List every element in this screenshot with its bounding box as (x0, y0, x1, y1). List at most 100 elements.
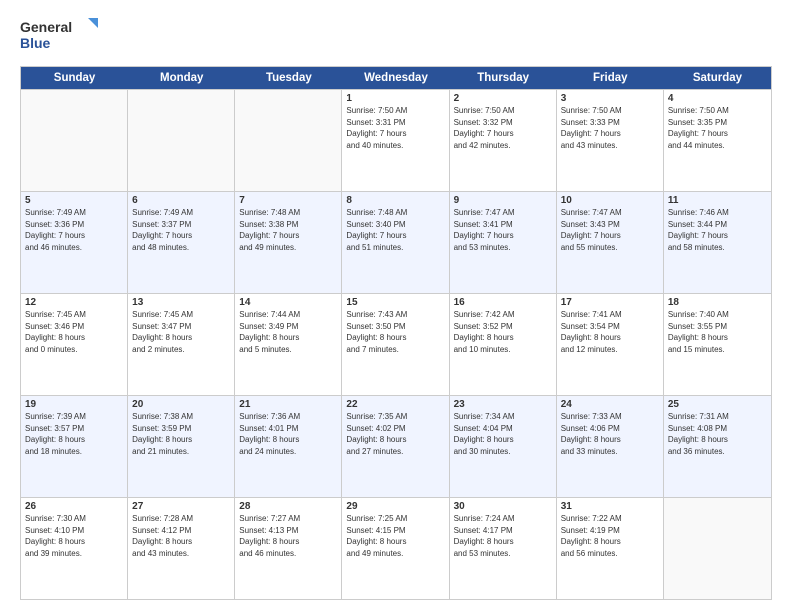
cell-content: Sunrise: 7:50 AM Sunset: 3:32 PM Dayligh… (454, 105, 552, 151)
day-number: 14 (239, 297, 337, 308)
day-number: 4 (668, 93, 767, 104)
cell-content: Sunrise: 7:24 AM Sunset: 4:17 PM Dayligh… (454, 513, 552, 559)
day-number: 23 (454, 399, 552, 410)
day-number: 8 (346, 195, 444, 206)
cell-content: Sunrise: 7:25 AM Sunset: 4:15 PM Dayligh… (346, 513, 444, 559)
day-number: 7 (239, 195, 337, 206)
cell-content: Sunrise: 7:49 AM Sunset: 3:37 PM Dayligh… (132, 207, 230, 253)
day-number: 2 (454, 93, 552, 104)
cal-cell-w1-d2: 7Sunrise: 7:48 AM Sunset: 3:38 PM Daylig… (235, 192, 342, 293)
cell-content: Sunrise: 7:28 AM Sunset: 4:12 PM Dayligh… (132, 513, 230, 559)
header-day-6: Saturday (664, 67, 771, 89)
header-day-3: Wednesday (342, 67, 449, 89)
cell-content: Sunrise: 7:47 AM Sunset: 3:43 PM Dayligh… (561, 207, 659, 253)
day-number: 5 (25, 195, 123, 206)
cal-cell-w3-d6: 25Sunrise: 7:31 AM Sunset: 4:08 PM Dayli… (664, 396, 771, 497)
cal-cell-w4-d3: 29Sunrise: 7:25 AM Sunset: 4:15 PM Dayli… (342, 498, 449, 599)
cell-content: Sunrise: 7:30 AM Sunset: 4:10 PM Dayligh… (25, 513, 123, 559)
cell-content: Sunrise: 7:43 AM Sunset: 3:50 PM Dayligh… (346, 309, 444, 355)
cell-content: Sunrise: 7:50 AM Sunset: 3:31 PM Dayligh… (346, 105, 444, 151)
cal-cell-w0-d6: 4Sunrise: 7:50 AM Sunset: 3:35 PM Daylig… (664, 90, 771, 191)
header-day-4: Thursday (450, 67, 557, 89)
week-row-4: 26Sunrise: 7:30 AM Sunset: 4:10 PM Dayli… (21, 497, 771, 599)
cell-content: Sunrise: 7:48 AM Sunset: 3:40 PM Dayligh… (346, 207, 444, 253)
week-row-0: 1Sunrise: 7:50 AM Sunset: 3:31 PM Daylig… (21, 89, 771, 191)
cal-cell-w2-d5: 17Sunrise: 7:41 AM Sunset: 3:54 PM Dayli… (557, 294, 664, 395)
cell-content: Sunrise: 7:44 AM Sunset: 3:49 PM Dayligh… (239, 309, 337, 355)
day-number: 1 (346, 93, 444, 104)
day-number: 21 (239, 399, 337, 410)
cal-cell-w2-d4: 16Sunrise: 7:42 AM Sunset: 3:52 PM Dayli… (450, 294, 557, 395)
cal-cell-w1-d0: 5Sunrise: 7:49 AM Sunset: 3:36 PM Daylig… (21, 192, 128, 293)
week-row-2: 12Sunrise: 7:45 AM Sunset: 3:46 PM Dayli… (21, 293, 771, 395)
cell-content: Sunrise: 7:48 AM Sunset: 3:38 PM Dayligh… (239, 207, 337, 253)
cal-cell-w4-d4: 30Sunrise: 7:24 AM Sunset: 4:17 PM Dayli… (450, 498, 557, 599)
cal-cell-w0-d1 (128, 90, 235, 191)
day-number: 28 (239, 501, 337, 512)
cal-cell-w2-d3: 15Sunrise: 7:43 AM Sunset: 3:50 PM Dayli… (342, 294, 449, 395)
day-number: 20 (132, 399, 230, 410)
cal-cell-w1-d3: 8Sunrise: 7:48 AM Sunset: 3:40 PM Daylig… (342, 192, 449, 293)
day-number: 18 (668, 297, 767, 308)
day-number: 6 (132, 195, 230, 206)
logo-svg: General Blue (20, 16, 100, 56)
cal-cell-w4-d0: 26Sunrise: 7:30 AM Sunset: 4:10 PM Dayli… (21, 498, 128, 599)
cal-cell-w2-d2: 14Sunrise: 7:44 AM Sunset: 3:49 PM Dayli… (235, 294, 342, 395)
cal-cell-w1-d1: 6Sunrise: 7:49 AM Sunset: 3:37 PM Daylig… (128, 192, 235, 293)
cell-content: Sunrise: 7:45 AM Sunset: 3:46 PM Dayligh… (25, 309, 123, 355)
cal-cell-w4-d2: 28Sunrise: 7:27 AM Sunset: 4:13 PM Dayli… (235, 498, 342, 599)
page: General Blue SundayMondayTuesdayWednesda… (0, 0, 792, 612)
day-number: 27 (132, 501, 230, 512)
day-number: 9 (454, 195, 552, 206)
day-number: 15 (346, 297, 444, 308)
cal-cell-w2-d6: 18Sunrise: 7:40 AM Sunset: 3:55 PM Dayli… (664, 294, 771, 395)
cell-content: Sunrise: 7:46 AM Sunset: 3:44 PM Dayligh… (668, 207, 767, 253)
cell-content: Sunrise: 7:50 AM Sunset: 3:33 PM Dayligh… (561, 105, 659, 151)
day-number: 10 (561, 195, 659, 206)
day-number: 26 (25, 501, 123, 512)
day-number: 16 (454, 297, 552, 308)
cal-cell-w0-d5: 3Sunrise: 7:50 AM Sunset: 3:33 PM Daylig… (557, 90, 664, 191)
cal-cell-w0-d0 (21, 90, 128, 191)
cell-content: Sunrise: 7:38 AM Sunset: 3:59 PM Dayligh… (132, 411, 230, 457)
cal-cell-w3-d3: 22Sunrise: 7:35 AM Sunset: 4:02 PM Dayli… (342, 396, 449, 497)
day-number: 3 (561, 93, 659, 104)
day-number: 22 (346, 399, 444, 410)
cell-content: Sunrise: 7:42 AM Sunset: 3:52 PM Dayligh… (454, 309, 552, 355)
calendar: SundayMondayTuesdayWednesdayThursdayFrid… (20, 66, 772, 600)
cal-cell-w1-d6: 11Sunrise: 7:46 AM Sunset: 3:44 PM Dayli… (664, 192, 771, 293)
cal-cell-w0-d3: 1Sunrise: 7:50 AM Sunset: 3:31 PM Daylig… (342, 90, 449, 191)
week-row-1: 5Sunrise: 7:49 AM Sunset: 3:36 PM Daylig… (21, 191, 771, 293)
cal-cell-w3-d5: 24Sunrise: 7:33 AM Sunset: 4:06 PM Dayli… (557, 396, 664, 497)
cell-content: Sunrise: 7:33 AM Sunset: 4:06 PM Dayligh… (561, 411, 659, 457)
header-day-1: Monday (128, 67, 235, 89)
cell-content: Sunrise: 7:49 AM Sunset: 3:36 PM Dayligh… (25, 207, 123, 253)
cell-content: Sunrise: 7:27 AM Sunset: 4:13 PM Dayligh… (239, 513, 337, 559)
day-number: 13 (132, 297, 230, 308)
cal-cell-w4-d6 (664, 498, 771, 599)
cell-content: Sunrise: 7:40 AM Sunset: 3:55 PM Dayligh… (668, 309, 767, 355)
day-number: 12 (25, 297, 123, 308)
cal-cell-w2-d1: 13Sunrise: 7:45 AM Sunset: 3:47 PM Dayli… (128, 294, 235, 395)
cell-content: Sunrise: 7:31 AM Sunset: 4:08 PM Dayligh… (668, 411, 767, 457)
day-number: 29 (346, 501, 444, 512)
cell-content: Sunrise: 7:50 AM Sunset: 3:35 PM Dayligh… (668, 105, 767, 151)
cell-content: Sunrise: 7:41 AM Sunset: 3:54 PM Dayligh… (561, 309, 659, 355)
day-number: 30 (454, 501, 552, 512)
cal-cell-w4-d1: 27Sunrise: 7:28 AM Sunset: 4:12 PM Dayli… (128, 498, 235, 599)
cal-cell-w1-d4: 9Sunrise: 7:47 AM Sunset: 3:41 PM Daylig… (450, 192, 557, 293)
cal-cell-w3-d2: 21Sunrise: 7:36 AM Sunset: 4:01 PM Dayli… (235, 396, 342, 497)
cal-cell-w3-d4: 23Sunrise: 7:34 AM Sunset: 4:04 PM Dayli… (450, 396, 557, 497)
calendar-header: SundayMondayTuesdayWednesdayThursdayFrid… (21, 67, 771, 89)
cell-content: Sunrise: 7:39 AM Sunset: 3:57 PM Dayligh… (25, 411, 123, 457)
cal-cell-w4-d5: 31Sunrise: 7:22 AM Sunset: 4:19 PM Dayli… (557, 498, 664, 599)
header: General Blue (20, 16, 772, 56)
cal-cell-w3-d0: 19Sunrise: 7:39 AM Sunset: 3:57 PM Dayli… (21, 396, 128, 497)
svg-text:General: General (20, 19, 72, 35)
cal-cell-w0-d2 (235, 90, 342, 191)
week-row-3: 19Sunrise: 7:39 AM Sunset: 3:57 PM Dayli… (21, 395, 771, 497)
cal-cell-w1-d5: 10Sunrise: 7:47 AM Sunset: 3:43 PM Dayli… (557, 192, 664, 293)
cell-content: Sunrise: 7:34 AM Sunset: 4:04 PM Dayligh… (454, 411, 552, 457)
logo: General Blue (20, 16, 100, 56)
cal-cell-w3-d1: 20Sunrise: 7:38 AM Sunset: 3:59 PM Dayli… (128, 396, 235, 497)
